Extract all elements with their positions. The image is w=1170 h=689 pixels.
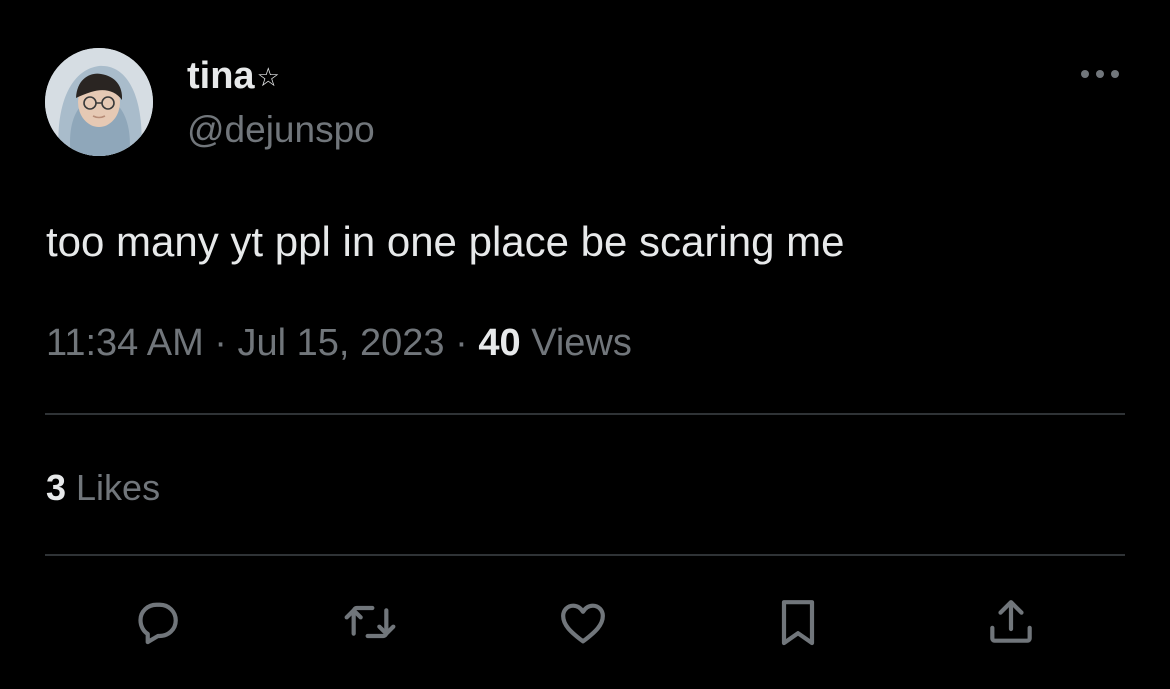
meta-separator: · xyxy=(455,322,468,364)
author-display-name[interactable]: tina☆ xyxy=(187,54,280,99)
more-horizontal-icon xyxy=(1081,70,1119,78)
heart-icon xyxy=(561,603,605,644)
views-count: 40 xyxy=(478,322,521,364)
avatar[interactable] xyxy=(45,48,153,156)
bookmark-icon xyxy=(781,600,815,646)
divider xyxy=(45,413,1125,415)
tweet-time[interactable]: 11:34 AM xyxy=(46,322,204,364)
divider xyxy=(45,554,1125,556)
likes-count: 3 xyxy=(46,467,67,508)
tweet-metadata: 11:34 AM · Jul 15, 2023 · 40 Views xyxy=(46,320,632,366)
like-button[interactable] xyxy=(555,594,611,650)
views-label: Views xyxy=(520,322,632,364)
avatar-image xyxy=(45,48,153,156)
share-button[interactable] xyxy=(983,594,1039,650)
tweet-text: too many yt ppl in one place be scaring … xyxy=(46,218,845,265)
meta-separator: · xyxy=(214,322,227,364)
reply-button[interactable] xyxy=(130,594,186,650)
more-options-button[interactable] xyxy=(1076,58,1124,90)
reply-icon xyxy=(138,602,178,645)
likes-label: Likes xyxy=(66,467,161,508)
author-handle[interactable]: @dejunspo xyxy=(187,108,375,152)
star-icon: ☆ xyxy=(256,62,280,92)
bookmark-button[interactable] xyxy=(770,594,826,650)
share-icon xyxy=(990,600,1032,643)
author-name-text: tina xyxy=(187,55,255,97)
likes-stat[interactable]: 3 Likes xyxy=(46,466,160,510)
tweet-detail: tina☆ @dejunspo too many yt ppl in one p… xyxy=(0,0,1170,689)
tweet-date[interactable]: Jul 15, 2023 xyxy=(238,322,445,364)
retweet-icon xyxy=(344,605,396,639)
retweet-button[interactable] xyxy=(342,594,398,650)
